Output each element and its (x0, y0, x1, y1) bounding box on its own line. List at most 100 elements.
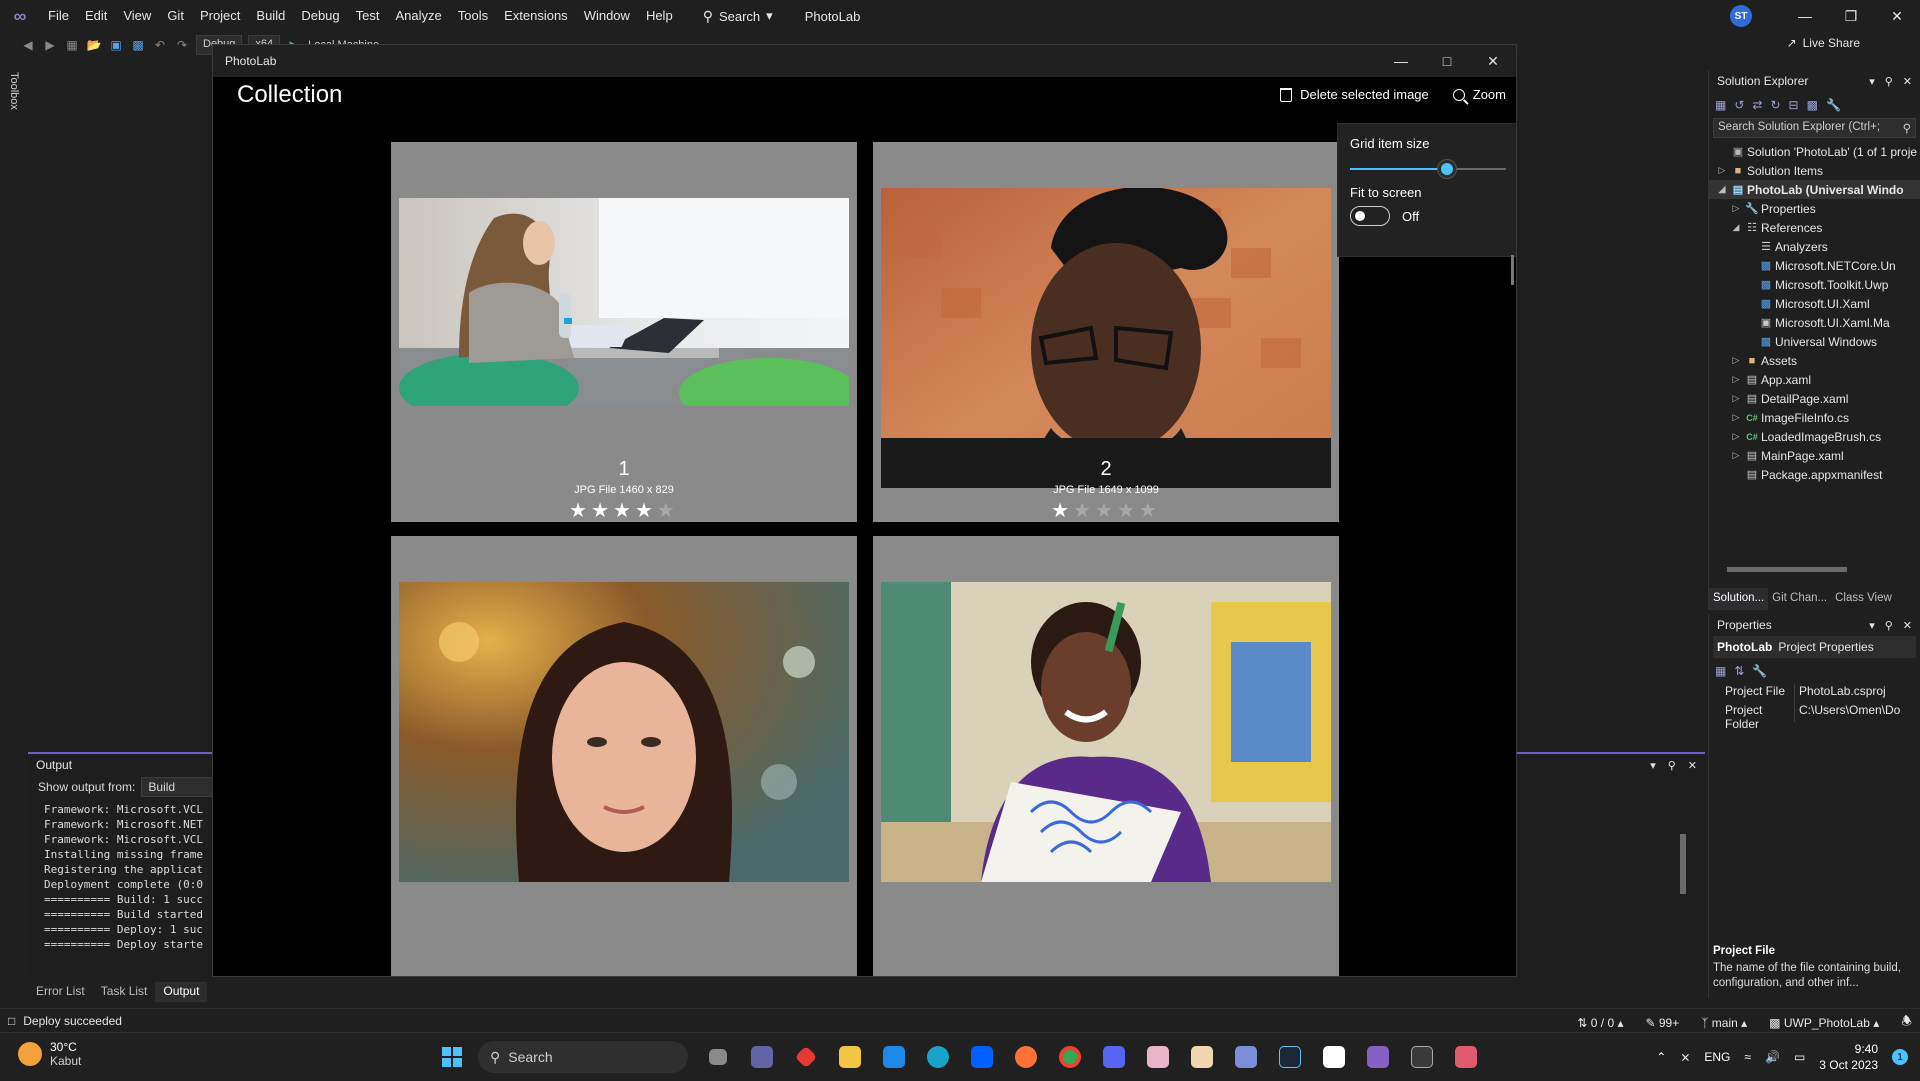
collapse-arrow-icon[interactable]: ◢ (1729, 222, 1743, 233)
teams-icon[interactable] (744, 1039, 780, 1075)
menu-project[interactable]: Project (192, 0, 248, 32)
star-rating[interactable]: ★★★★★ (873, 498, 1339, 523)
image-grid-item[interactable]: 2 JPG File 1649 x 1099 ★★★★★ (873, 142, 1339, 522)
close-button[interactable]: ✕ (1470, 45, 1516, 77)
star-empty-icon[interactable]: ★ (1139, 500, 1161, 522)
pending-edits-indicator[interactable]: ✎ 99+ (1645, 1016, 1679, 1030)
expand-arrow-icon[interactable]: ▷ (1729, 355, 1743, 366)
close-icon[interactable]: ✕ (1688, 759, 1697, 772)
vs-restore-button[interactable]: ❐ (1828, 0, 1874, 32)
tree-item-toolkit[interactable]: ▩ Microsoft.Toolkit.Uwp (1709, 275, 1920, 294)
grid-item-size-slider[interactable] (1350, 157, 1506, 181)
pin-icon[interactable]: ⚲ (1885, 619, 1893, 632)
menu-file[interactable]: File (40, 0, 77, 32)
save-icon[interactable]: ▣ (108, 37, 124, 53)
undo-icon[interactable]: ↶ (152, 37, 168, 53)
categorized-icon[interactable]: ▦ (1715, 664, 1726, 678)
tree-item-detailpage[interactable]: ▷ ▤ DetailPage.xaml (1709, 389, 1920, 408)
tree-item-loadedimagebrush[interactable]: ▷ C# LoadedImageBrush.cs (1709, 427, 1920, 446)
expand-arrow-icon[interactable]: ▷ (1729, 450, 1743, 461)
tree-item-mainpage[interactable]: ▷ ▤ MainPage.xaml (1709, 446, 1920, 465)
menu-view[interactable]: View (115, 0, 159, 32)
new-project-icon[interactable]: ▦ (64, 37, 80, 53)
tab-solution[interactable]: Solution... (1709, 588, 1769, 610)
minimize-button[interactable]: — (1378, 45, 1424, 77)
volume-icon[interactable]: 🔊 (1765, 1050, 1780, 1064)
star-rating[interactable]: ★★★★★ (391, 498, 857, 523)
chrome-icon[interactable] (1052, 1039, 1088, 1075)
fit-to-screen-toggle[interactable] (1350, 206, 1390, 226)
tree-item-analyzers[interactable]: ☰ Analyzers (1709, 237, 1920, 256)
chevron-down-icon[interactable]: ▾ (1650, 759, 1656, 772)
star-empty-icon[interactable]: ★ (1117, 500, 1139, 522)
refresh-icon[interactable]: ↻ (1770, 98, 1780, 112)
switch-views-icon[interactable]: ▦ (1715, 98, 1726, 112)
output-scroll-thumb[interactable] (1680, 834, 1686, 894)
notification-badge[interactable]: 1 (1892, 1049, 1908, 1065)
slider-thumb[interactable] (1438, 160, 1456, 178)
visual-studio-icon[interactable] (1360, 1039, 1396, 1075)
zoom-button[interactable]: Zoom (1452, 87, 1506, 102)
open-folder-icon[interactable]: 📂 (86, 37, 102, 53)
visual-studio-logo-icon[interactable]: ∞ (0, 0, 40, 32)
tree-item-solution-items[interactable]: ▷ ■ Solution Items (1709, 161, 1920, 180)
star-filled-icon[interactable]: ★ (1051, 500, 1073, 522)
tab-task-list[interactable]: Task List (93, 982, 156, 1002)
close-icon[interactable]: ✕ (1903, 619, 1912, 632)
star-filled-icon[interactable]: ★ (591, 500, 613, 522)
tree-item-properties[interactable]: ▷ 🔧 Properties (1709, 199, 1920, 218)
tree-item-imagefileinfo[interactable]: ▷ C# ImageFileInfo.cs (1709, 408, 1920, 427)
start-button[interactable] (434, 1039, 470, 1075)
menu-help[interactable]: Help (638, 0, 681, 32)
maximize-button[interactable]: □ (1424, 45, 1470, 77)
chevron-up-icon[interactable]: ⌃ (1656, 1050, 1666, 1064)
redo-icon[interactable]: ↷ (174, 37, 190, 53)
anime-app-2-icon[interactable] (1184, 1039, 1220, 1075)
snipping-tool-icon[interactable] (1448, 1039, 1484, 1075)
anydesk-icon[interactable] (788, 1039, 824, 1075)
wifi-icon[interactable]: ≈ (1744, 1050, 1751, 1064)
photolab-app-icon[interactable] (1404, 1039, 1440, 1075)
menu-debug[interactable]: Debug (293, 0, 347, 32)
tree-item-solution[interactable]: ▣ Solution 'PhotoLab' (1 of 1 proje (1709, 142, 1920, 161)
star-empty-icon[interactable]: ★ (657, 500, 679, 522)
collapse-all-icon[interactable]: ⊟ (1789, 98, 1799, 112)
tree-item-assets[interactable]: ▷ ■ Assets (1709, 351, 1920, 370)
property-row[interactable]: Project Folder C:\Users\Omen\Do (1709, 703, 1920, 731)
alphabetical-icon[interactable]: ⇅ (1734, 664, 1744, 678)
save-all-icon[interactable]: ▩ (130, 37, 146, 53)
expand-arrow-icon[interactable]: ▷ (1729, 431, 1743, 442)
tab-git-changes[interactable]: Git Chan... (1768, 588, 1831, 610)
star-filled-icon[interactable]: ★ (613, 500, 635, 522)
history-icon[interactable]: ↺ (1734, 98, 1744, 112)
menu-analyze[interactable]: Analyze (387, 0, 449, 32)
image-grid-item[interactable] (873, 536, 1339, 976)
collapse-arrow-icon[interactable]: ◢ (1715, 184, 1729, 195)
vs-close-button[interactable]: ✕ (1874, 0, 1920, 32)
user-avatar[interactable]: ST (1730, 5, 1752, 27)
bell-icon[interactable]: 🕭 (1901, 1012, 1912, 1033)
weather-widget[interactable]: 30°C Kabut (18, 1040, 81, 1068)
output-scrollbar[interactable] (1677, 804, 1689, 964)
steam-icon[interactable] (1272, 1039, 1308, 1075)
dropbox-icon[interactable] (964, 1039, 1000, 1075)
expand-arrow-icon[interactable]: ▷ (1729, 203, 1743, 214)
menu-build[interactable]: Build (248, 0, 293, 32)
tab-error-list[interactable]: Error List (28, 982, 93, 1002)
menu-test[interactable]: Test (348, 0, 388, 32)
image-grid-item[interactable]: 1 JPG File 1460 x 829 ★★★★★ (391, 142, 857, 522)
sync-icon[interactable]: ⇄ (1752, 98, 1762, 112)
property-row[interactable]: Project File PhotoLab.csproj (1709, 684, 1920, 703)
language-indicator[interactable]: ENG (1704, 1050, 1730, 1064)
back-icon[interactable]: ◀ (20, 37, 36, 53)
anime-app-3-icon[interactable] (1228, 1039, 1264, 1075)
properties-wrench-icon[interactable]: 🔧 (1826, 98, 1841, 112)
vs-search-button[interactable]: ⚲ Search ▾ (695, 4, 781, 28)
image-grid-item[interactable] (391, 536, 857, 976)
delete-selected-image-button[interactable]: Delete selected image (1280, 87, 1429, 102)
toolbox-tab[interactable]: Toolbox (8, 72, 20, 110)
microsoft-store-icon[interactable] (876, 1039, 912, 1075)
tree-item-project[interactable]: ◢ ▤ PhotoLab (Universal Windo (1709, 180, 1920, 199)
solution-hscroll-thumb[interactable] (1727, 567, 1847, 572)
chevron-down-icon[interactable]: ▾ (1869, 75, 1875, 88)
